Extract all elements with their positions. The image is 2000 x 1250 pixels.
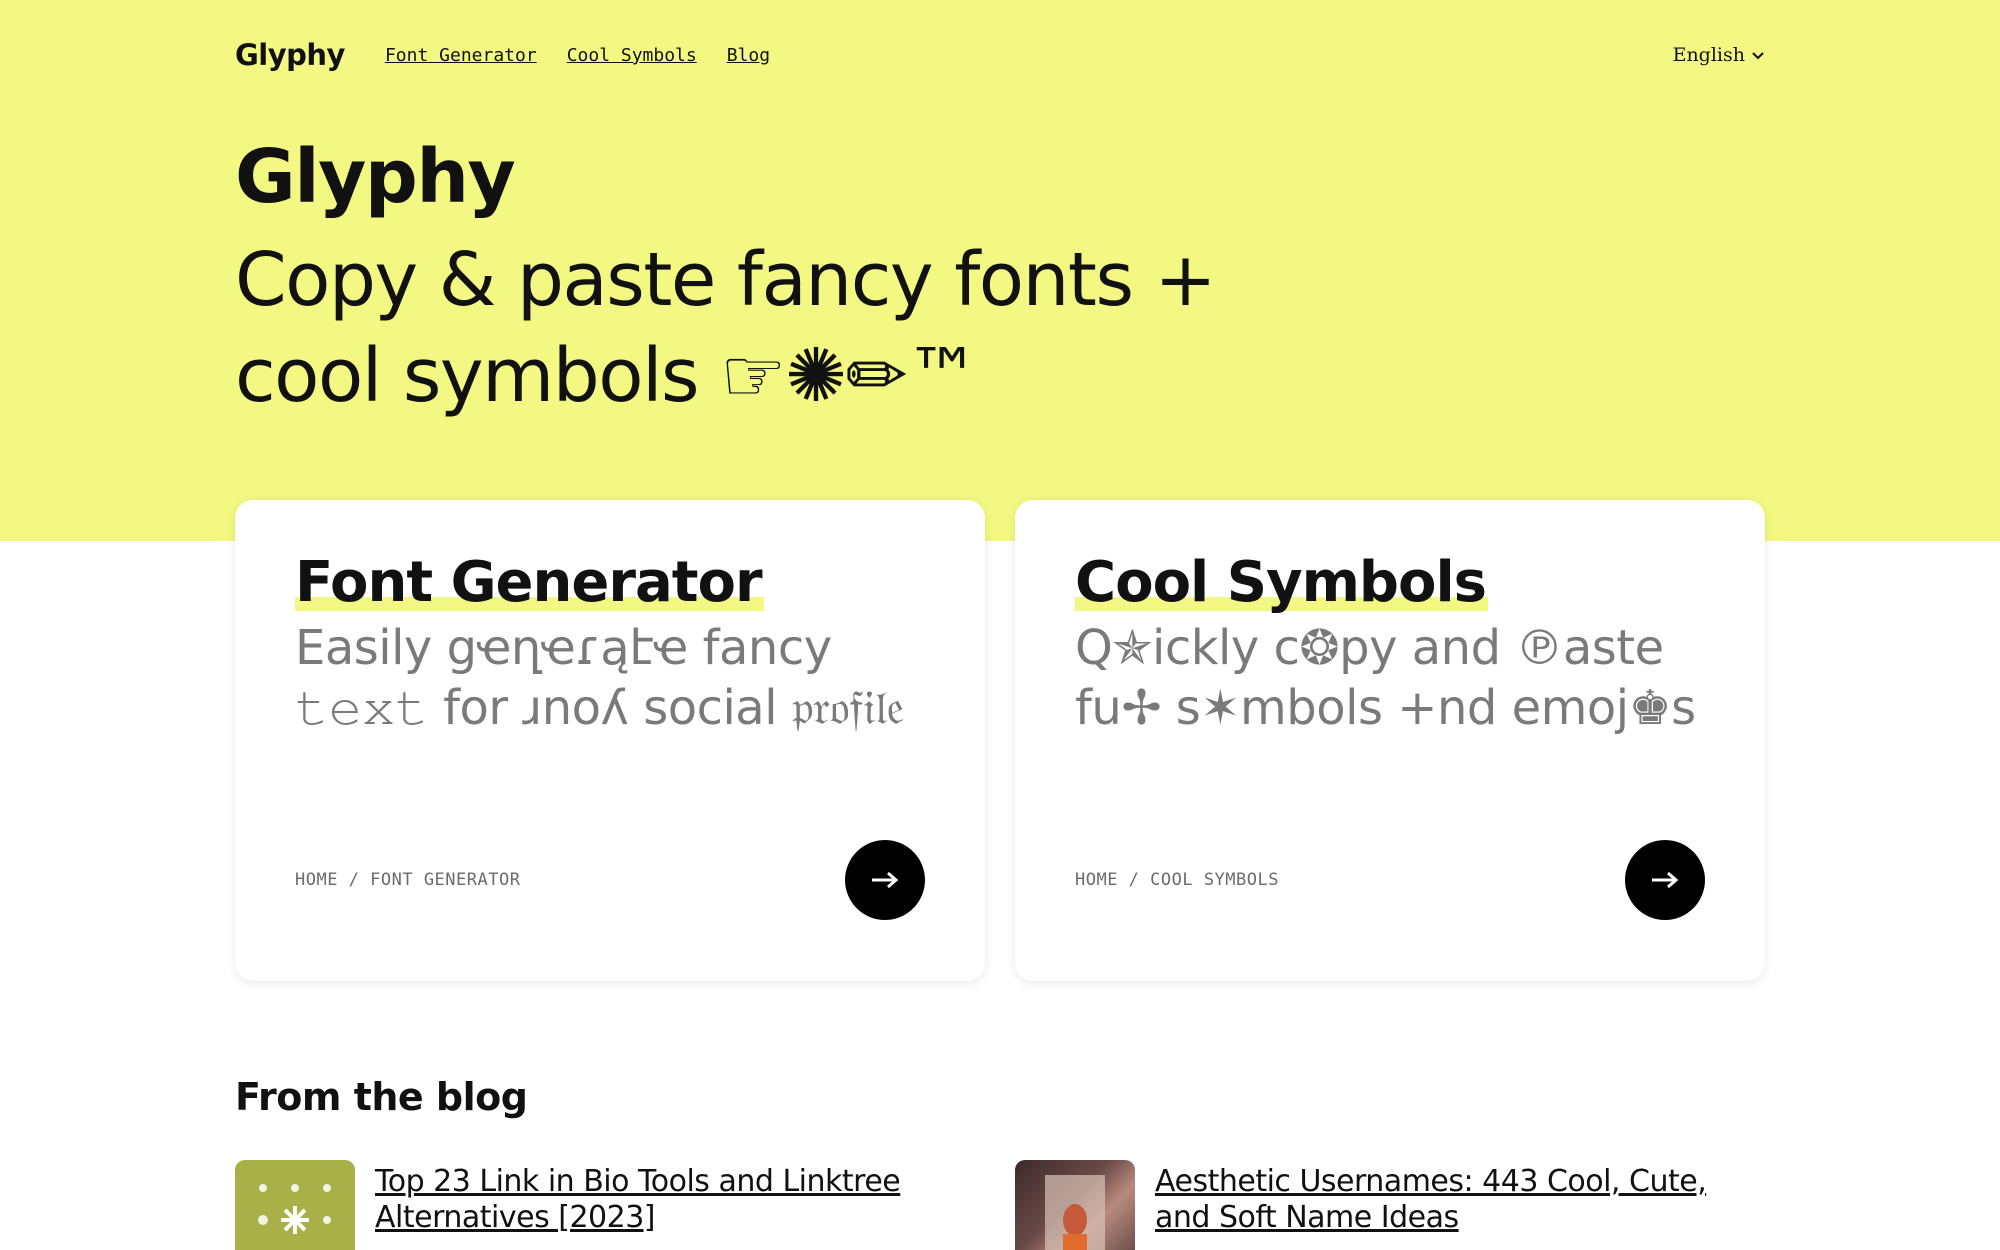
blog-post[interactable]: Aesthetic Usernames: 443 Cool, Cute, and… [1015,1160,1765,1250]
nav-link-cool-symbols[interactable]: Cool Symbols [567,45,697,66]
breadcrumb: HOME / FONT GENERATOR [295,870,521,890]
card-description: Easily ցҽղҽɾąէҽ fancy 𝚝𝚎𝚡𝚝 for ɹnoʎ soci… [295,620,904,736]
breadcrumb: HOME / COOL SYMBOLS [1075,870,1279,890]
blog-post[interactable]: Top 23 Link in Bio Tools and Linktree Al… [235,1160,985,1250]
logo[interactable]: Glyphy [235,38,345,72]
blog-thumbnail[interactable] [235,1160,355,1250]
font-generator-card[interactable]: Font Generator Easily ցҽղҽɾąէҽ fancy 𝚝𝚎𝚡… [235,500,985,981]
top-navigation: Glyphy Font Generator Cool Symbols Blog … [235,34,1765,76]
font-generator-arrow-button[interactable] [845,840,925,920]
page-title: Glyphy [235,134,516,220]
cool-symbols-card[interactable]: Cool Symbols Q✯ickly c❂py and ℗aste fu✢ … [1015,500,1765,981]
blog-post-title[interactable]: Top 23 Link in Bio Tools and Linktree Al… [375,1164,985,1250]
card-title: Font Generator [295,550,764,615]
portrait-thumbnail-graphic [1045,1175,1105,1250]
hero-subtitle-line-2: cool symbols ☞✺✏™ [235,333,980,419]
arrow-right-icon [1652,871,1679,889]
language-selector[interactable]: English [1673,44,1765,66]
card-title: Cool Symbols [1075,550,1489,615]
cool-symbols-arrow-button[interactable] [1625,840,1705,920]
hero-subtitle: Copy & paste fancy fonts + cool symbols … [235,232,1335,424]
arrow-right-icon [872,871,899,889]
language-label: English [1672,44,1745,66]
symbols-thumbnail-graphic [258,1184,331,1234]
blog-post-title[interactable]: Aesthetic Usernames: 443 Cool, Cute, and… [1155,1164,1765,1250]
nav-link-blog[interactable]: Blog [727,45,770,66]
blog-thumbnail[interactable] [1015,1160,1135,1250]
blog-heading: From the blog [235,1075,528,1119]
chevron-down-icon [1752,52,1764,60]
nav-link-font-generator[interactable]: Font Generator [385,45,537,66]
hero-subtitle-line-1: Copy & paste fancy fonts + [235,237,1217,323]
card-description: Q✯ickly c❂py and ℗aste fu✢ s✶mbols +nd e… [1075,620,1696,736]
